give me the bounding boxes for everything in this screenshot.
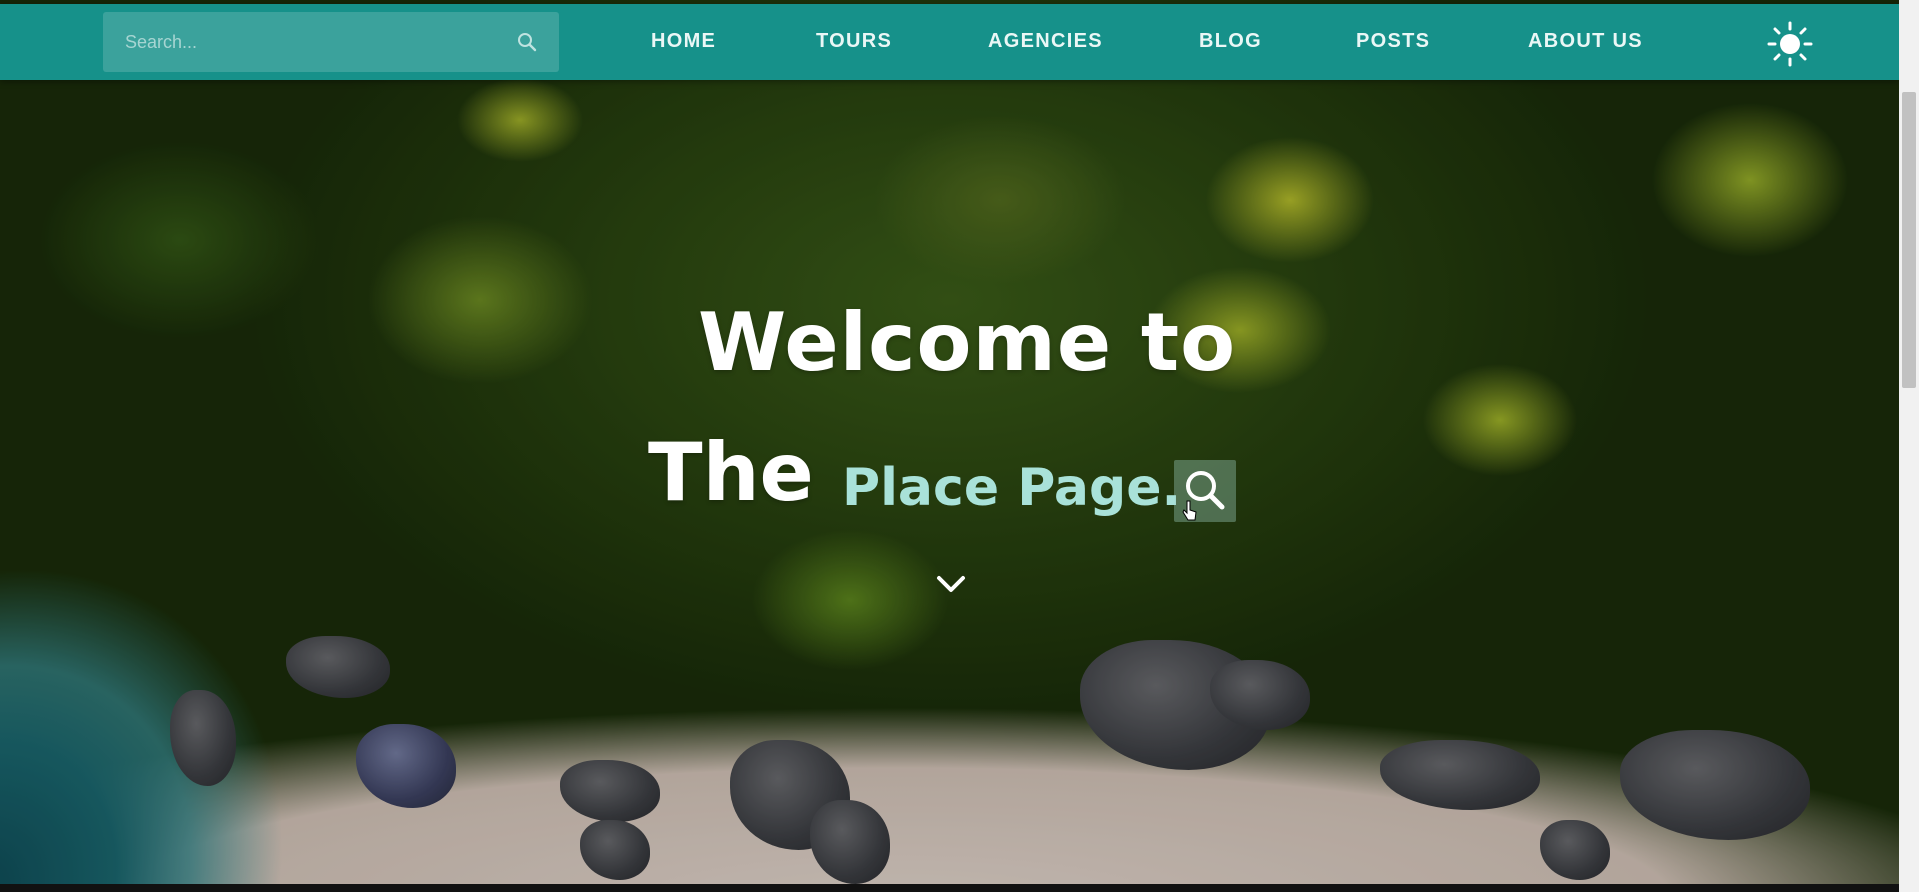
chevron-down-icon[interactable] [934, 572, 968, 596]
nav-link-tours[interactable]: TOURS [816, 30, 892, 53]
hero-title-line-1: Welcome to [698, 296, 1237, 389]
nav-link-agencies[interactable]: AGENCIES [988, 30, 1103, 53]
navbar: HOME TOURS AGENCIES BLOG POSTS ABOUT US [0, 4, 1899, 80]
scrollbar-thumb[interactable] [1902, 92, 1916, 388]
page-root: HOME TOURS AGENCIES BLOG POSTS ABOUT US [0, 0, 1919, 892]
search-input[interactable] [123, 26, 507, 58]
search-icon[interactable] [515, 30, 539, 54]
hero-overlay [0, 0, 1899, 884]
sun-icon[interactable] [1766, 20, 1814, 68]
nav-link-posts[interactable]: POSTS [1356, 30, 1430, 53]
hero-title-line-2: The [648, 426, 814, 519]
nav-link-home[interactable]: HOME [651, 30, 716, 53]
search-box [103, 12, 559, 72]
hero-typed-text: Place Page. [842, 458, 1182, 518]
nav-link-blog[interactable]: BLOG [1199, 30, 1262, 53]
nav-link-about-us[interactable]: ABOUT US [1528, 30, 1643, 53]
bottom-edge [0, 884, 1899, 892]
mouse-pointer-icon [1182, 500, 1198, 522]
